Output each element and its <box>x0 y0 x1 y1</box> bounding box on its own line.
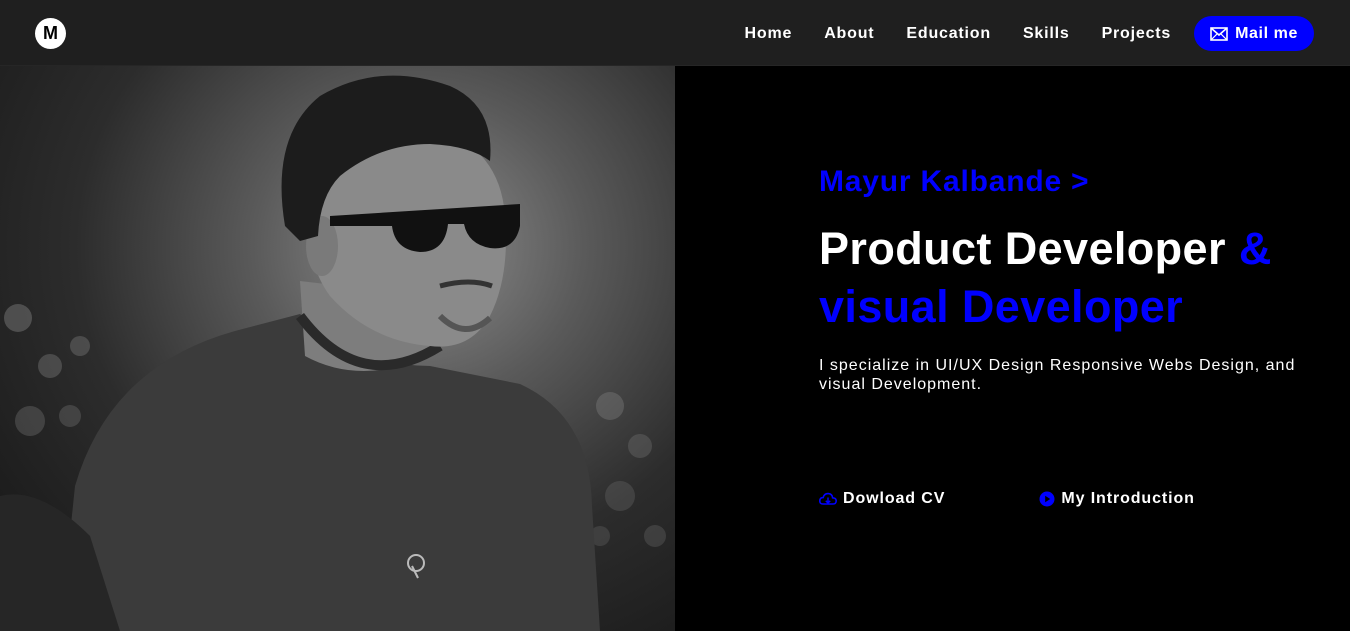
mail-me-button[interactable]: Mail me <box>1194 16 1314 51</box>
headline-part-1: Product Developer <box>819 223 1226 274</box>
hero-actions: Dowload CV My Introduction <box>819 490 1195 508</box>
headline-ampersand: & <box>1238 223 1272 274</box>
nav-link-projects[interactable]: Projects <box>1102 25 1172 43</box>
nav-link-home[interactable]: Home <box>745 25 793 43</box>
download-cv-label: Dowload CV <box>843 490 946 507</box>
headline: Product Developer & visual Developer <box>819 220 1319 336</box>
cloud-download-icon <box>819 492 837 505</box>
headline-part-2: visual Developer <box>819 281 1184 332</box>
my-introduction-label: My Introduction <box>1061 490 1195 507</box>
mail-me-label: Mail me <box>1235 24 1298 42</box>
description: I specialize in UI/UX Design Responsive … <box>819 357 1296 393</box>
profile-photo <box>0 66 675 631</box>
nav-link-skills[interactable]: Skills <box>1023 25 1070 43</box>
nav-link-education[interactable]: Education <box>906 25 991 43</box>
hero-text: Mayur Kalbande > Product Developer & vis… <box>819 160 1319 394</box>
portrait-illustration <box>0 75 666 631</box>
logo[interactable]: M <box>35 18 66 49</box>
navbar: M Home About Education Skills Projects M… <box>0 0 1350 66</box>
download-cv-link[interactable]: Dowload CV <box>819 490 945 508</box>
play-circle-icon <box>1039 491 1055 507</box>
nav-link-about[interactable]: About <box>824 25 874 43</box>
nav-links: Home About Education Skills Projects Mai… <box>713 16 1314 51</box>
my-introduction-link[interactable]: My Introduction <box>1039 490 1194 508</box>
envelope-icon <box>1210 26 1228 41</box>
name-heading: Mayur Kalbande > <box>819 165 1090 198</box>
